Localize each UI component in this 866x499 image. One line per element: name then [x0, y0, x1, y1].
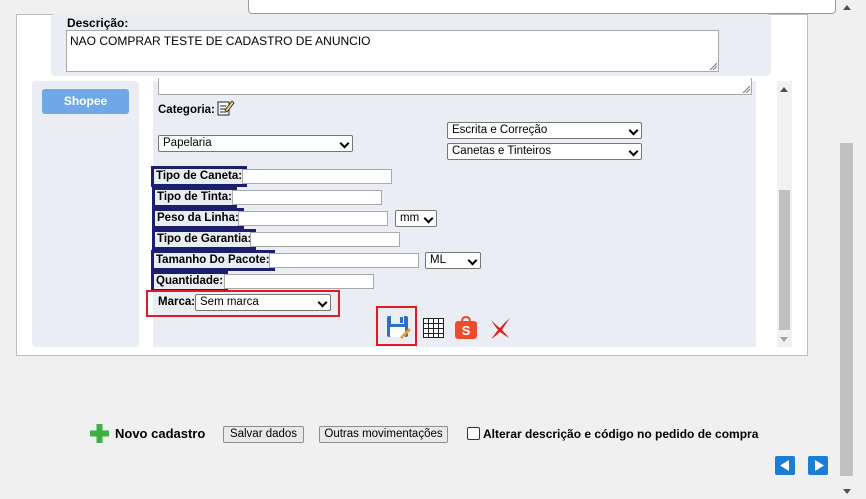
chevron-down-icon: [628, 146, 639, 157]
tipo-garantia-input[interactable]: [250, 232, 400, 247]
tamanho-pacote-input[interactable]: [269, 253, 419, 268]
svg-text:S: S: [462, 323, 471, 338]
prev-button[interactable]: [775, 456, 795, 475]
arrow-right-icon: [815, 460, 824, 471]
previous-textarea[interactable]: [158, 78, 752, 95]
save-icon[interactable]: [386, 315, 411, 340]
quantidade-input[interactable]: [224, 274, 374, 289]
category-level3-value: Canetas e Tinteiros: [452, 145, 552, 157]
next-button[interactable]: [808, 456, 828, 475]
peso-linha-input[interactable]: [238, 211, 388, 226]
peso-linha-unit-value: mm: [400, 212, 420, 224]
tipo-tinta-label: Tipo de Tinta:: [152, 187, 237, 208]
tamanho-pacote-unit-value: ML: [430, 254, 446, 266]
outras-movimentacoes-button[interactable]: Outras movimentações: [319, 426, 448, 443]
chevron-down-icon: [467, 255, 478, 266]
resize-grip-icon[interactable]: [709, 62, 717, 70]
category-level3-select[interactable]: Canetas e Tinteiros: [447, 143, 642, 160]
tab-shopee[interactable]: Shopee: [42, 89, 129, 114]
marca-label: Marca:: [158, 296, 196, 308]
resize-grip-icon[interactable]: [742, 85, 750, 93]
novo-cadastro-link[interactable]: Novo cadastro: [115, 426, 205, 441]
plus-icon[interactable]: [90, 424, 109, 443]
category-level1-value: Papelaria: [163, 137, 212, 149]
alterar-checkbox-label: Alterar descrição e código no pedido de …: [483, 427, 759, 441]
tipo-tinta-input[interactable]: [232, 190, 382, 205]
marca-value: Sem marca: [200, 296, 259, 308]
page-scrollbar-thumb[interactable]: [840, 143, 853, 476]
peso-linha-unit-select[interactable]: mm: [395, 210, 437, 227]
tamanho-pacote-label: Tamanho Do Pacote:: [151, 250, 275, 271]
scroll-down-icon[interactable]: [780, 337, 788, 342]
category-level1-select[interactable]: Papelaria: [158, 135, 353, 152]
delete-icon[interactable]: [488, 316, 512, 340]
category-level2-select[interactable]: Escrita e Correção: [447, 122, 642, 139]
chevron-down-icon: [317, 297, 328, 308]
salvar-dados-button[interactable]: Salvar dados: [223, 426, 304, 443]
category-level2-value: Escrita e Correção: [452, 124, 548, 136]
alterar-checkbox[interactable]: [467, 427, 480, 440]
description-label: Descrição:: [67, 16, 129, 30]
marketplace-tabs-column: [32, 81, 139, 347]
description-textarea[interactable]: NAO COMPRAR TESTE DE CADASTRO DE ANUNCIO: [66, 30, 719, 72]
tipo-garantia-label: Tipo de Garantia:: [152, 229, 257, 250]
chevron-down-icon: [628, 125, 639, 136]
tipo-caneta-label: Tipo de Caneta:: [151, 166, 248, 187]
category-label: Categoria:: [158, 104, 215, 116]
tipo-caneta-input[interactable]: [242, 169, 392, 184]
window-top-card: [248, 0, 836, 14]
grid-icon[interactable]: [423, 318, 444, 338]
form-scrollbar-thumb[interactable]: [779, 190, 790, 330]
tamanho-pacote-unit-select[interactable]: ML: [425, 252, 481, 269]
marca-select[interactable]: Sem marca: [195, 294, 331, 311]
scroll-up-icon[interactable]: [780, 87, 788, 92]
page-scroll-down-icon[interactable]: [843, 489, 851, 494]
chevron-down-icon: [339, 138, 350, 149]
page-scroll-up-icon[interactable]: [843, 5, 851, 10]
shopee-icon[interactable]: S: [454, 316, 478, 340]
peso-linha-label: Peso da Linha:: [152, 208, 244, 229]
quantidade-label: Quantidade:: [151, 271, 229, 292]
chevron-down-icon: [423, 213, 434, 224]
edit-icon[interactable]: [217, 99, 235, 116]
arrow-left-icon: [780, 460, 789, 471]
